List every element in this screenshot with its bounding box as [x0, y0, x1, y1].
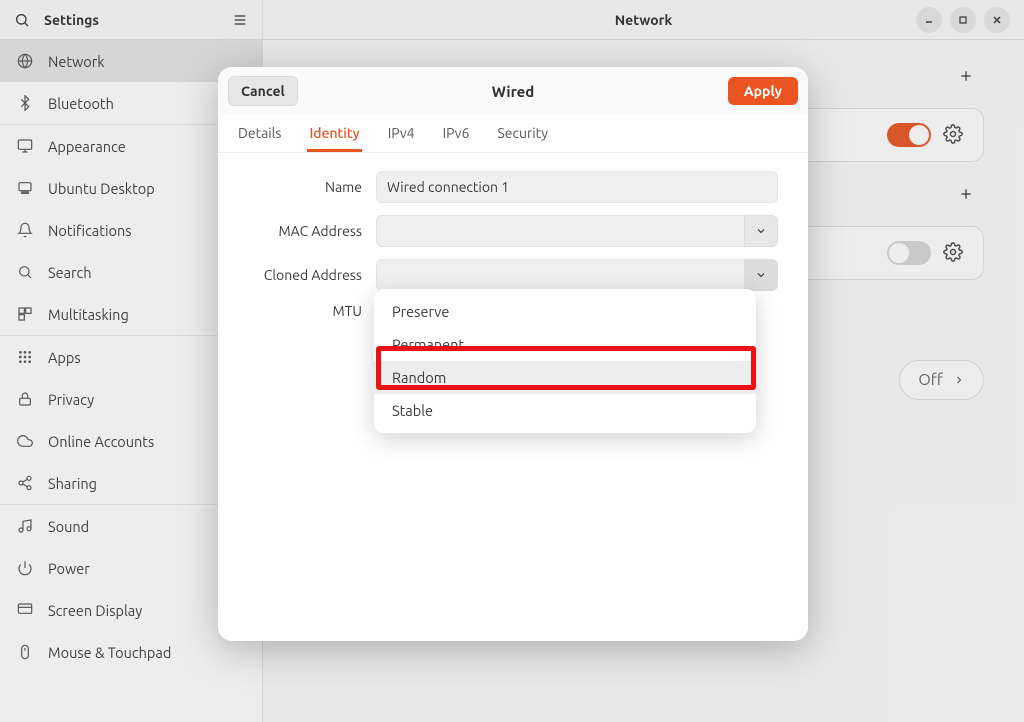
mac-dropdown-button[interactable] — [744, 215, 778, 247]
tab-ipv4[interactable]: IPv4 — [386, 115, 417, 152]
topbar-left: Settings — [0, 0, 263, 39]
add-vpn-button[interactable] — [954, 182, 978, 206]
tab-identity[interactable]: Identity — [307, 115, 361, 152]
label-mtu: MTU — [248, 303, 376, 319]
topbar: Settings Network — [0, 0, 1024, 40]
music-icon — [16, 518, 34, 534]
hamburger-icon — [232, 12, 248, 28]
dialog-title: Wired — [218, 83, 808, 100]
mac-combo[interactable] — [376, 215, 778, 247]
search-icon — [14, 12, 30, 28]
add-wired-button[interactable] — [954, 64, 978, 88]
vpn-settings-button[interactable] — [943, 242, 965, 264]
plus-icon — [958, 68, 974, 84]
windows-icon — [16, 306, 34, 322]
tab-ipv6[interactable]: IPv6 — [441, 115, 472, 152]
topbar-right: Network — [263, 0, 1024, 39]
cloud-icon — [16, 433, 34, 449]
plus-icon — [958, 186, 974, 202]
sidebar-item-label: Mouse & Touchpad — [48, 644, 171, 661]
wired-toggle[interactable] — [887, 123, 931, 147]
proxy-row[interactable]: Off — [899, 360, 984, 400]
sidebar-item-label: Sound — [48, 518, 89, 535]
vpn-toggle[interactable] — [887, 241, 931, 265]
display-icon — [16, 138, 34, 154]
settings-title: Settings — [44, 12, 99, 28]
sidebar-item-label: Screen Display — [48, 602, 142, 619]
label-cloned: Cloned Address — [248, 267, 376, 283]
dropdown-option-random[interactable]: Random — [374, 361, 756, 394]
proxy-off-label: Off — [918, 371, 943, 389]
tab-security[interactable]: Security — [495, 115, 550, 152]
bluetooth-icon — [16, 95, 34, 111]
share-icon — [16, 475, 34, 491]
sidebar-item-label: Notifications — [48, 222, 132, 239]
desktop-icon — [16, 180, 34, 196]
sidebar-item-label: Power — [48, 560, 90, 577]
bell-icon — [16, 222, 34, 238]
chevron-down-icon — [755, 269, 767, 281]
name-input[interactable]: Wired connection 1 — [376, 171, 778, 203]
mouse-icon — [16, 644, 34, 660]
label-mac: MAC Address — [248, 223, 376, 239]
sidebar-item-label: Bluetooth — [48, 95, 114, 112]
search-button[interactable] — [10, 8, 34, 32]
cloned-dropdown-button[interactable] — [744, 259, 778, 291]
globe-icon — [16, 53, 34, 69]
cloned-dropdown: PreservePermanentRandomStable — [374, 289, 756, 433]
sidebar-item-label: Apps — [48, 349, 81, 366]
dropdown-option-stable[interactable]: Stable — [374, 394, 756, 427]
cloned-combo[interactable] — [376, 259, 778, 291]
dialog-header: Cancel Wired Apply — [218, 67, 808, 115]
monitor-icon — [16, 602, 34, 618]
sidebar-item-label: Sharing — [48, 475, 97, 492]
sidebar-item-label: Online Accounts — [48, 433, 154, 450]
wired-settings-button[interactable] — [943, 124, 965, 146]
dropdown-option-permanent[interactable]: Permanent — [374, 328, 756, 361]
search-icon — [16, 264, 34, 280]
sidebar-item-label: Multitasking — [48, 306, 129, 323]
mac-value — [376, 215, 744, 247]
dropdown-option-preserve[interactable]: Preserve — [374, 295, 756, 328]
sidebar-item-label: Network — [48, 53, 105, 70]
chevron-down-icon — [755, 225, 767, 237]
power-icon — [16, 560, 34, 576]
lock-icon — [16, 391, 34, 407]
page-title: Network — [263, 12, 1024, 28]
tab-details[interactable]: Details — [236, 115, 283, 152]
apply-button[interactable]: Apply — [728, 77, 798, 105]
cancel-button[interactable]: Cancel — [228, 76, 298, 106]
chevron-right-icon — [953, 374, 965, 386]
sidebar-item-label: Search — [48, 264, 92, 281]
sidebar-item-label: Appearance — [48, 138, 126, 155]
dialog-tabs: Details Identity IPv4 IPv6 Security — [218, 115, 808, 153]
gear-icon — [943, 124, 963, 144]
sidebar-item-label: Privacy — [48, 391, 94, 408]
cloned-value — [376, 259, 744, 291]
sidebar-item-label: Ubuntu Desktop — [48, 180, 155, 197]
gear-icon — [943, 242, 963, 262]
label-name: Name — [248, 179, 376, 195]
grid-icon — [16, 349, 34, 365]
hamburger-button[interactable] — [228, 8, 252, 32]
